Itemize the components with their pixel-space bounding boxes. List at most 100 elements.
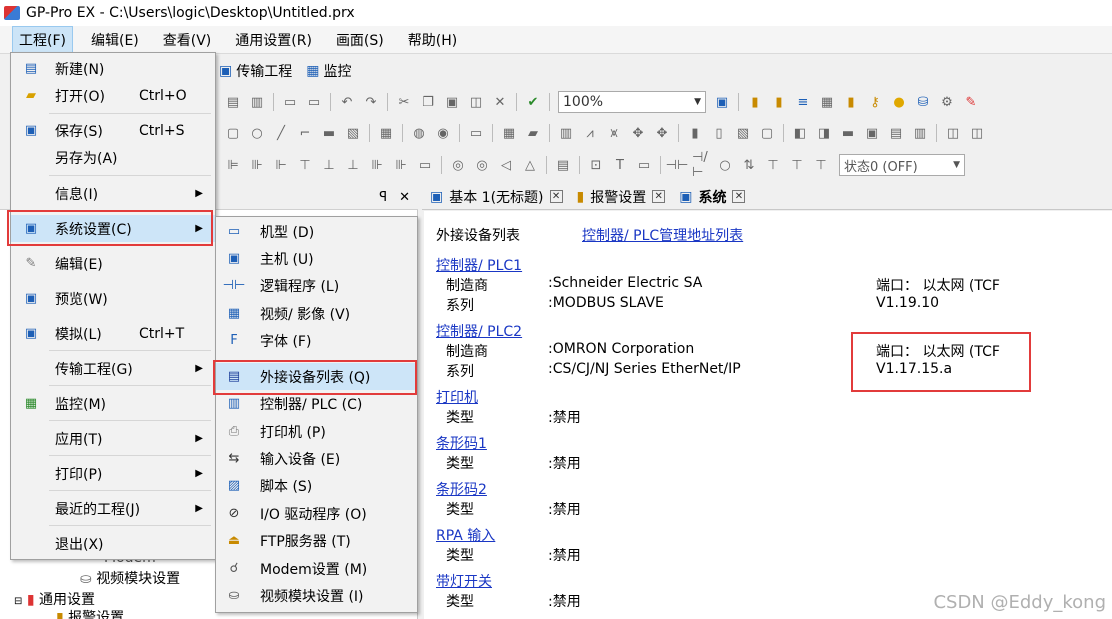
picture-icon[interactable]: ▧ <box>734 125 752 141</box>
circle-icon[interactable]: ○ <box>248 125 266 141</box>
undo-icon[interactable]: ↶ <box>338 94 356 110</box>
menu-view[interactable]: 查看(V) <box>157 27 218 53</box>
delete-icon[interactable]: ✕ <box>491 94 509 110</box>
key-icon[interactable]: ⚷ <box>866 94 884 110</box>
menu-item-new[interactable]: ▤ 新建(N) <box>11 55 215 82</box>
submenu-item-model[interactable]: ▭ 机型 (D) <box>216 218 417 245</box>
align-left-icon[interactable]: ⊫ <box>224 157 242 173</box>
menu-item-print[interactable]: 打印(P) ▶ <box>11 460 215 487</box>
menu-item-exit[interactable]: 退出(X) <box>11 530 215 557</box>
move-icon[interactable]: ✥ <box>629 125 647 141</box>
submenu-item-script[interactable]: ▨ 脚本 (S) <box>216 472 417 499</box>
text-icon[interactable]: T <box>611 157 629 173</box>
list-icon[interactable]: ≡ <box>794 94 812 110</box>
branch3-icon[interactable]: ⊤ <box>812 157 830 173</box>
menu-item-save[interactable]: ▣ 保存(S) Ctrl+S <box>11 117 215 144</box>
menu-item-transfer[interactable]: 传输工程(G) ▶ <box>11 355 215 382</box>
tab-system[interactable]: ▣ 系统 ✕ <box>679 187 746 207</box>
barcode1-link[interactable]: 条形码1 <box>436 433 487 453</box>
tree-item-common-settings[interactable]: ⊟ ▮ 通用设置 <box>14 589 95 609</box>
doc-icon[interactable]: ▮ <box>686 125 704 141</box>
ladder-nc-icon[interactable]: ⊣/⊢ <box>692 150 710 180</box>
settings-icon[interactable]: ⚙ <box>938 94 956 110</box>
plc2-link[interactable]: 控制器/ PLC2 <box>436 321 522 341</box>
address-icon[interactable]: ▮ <box>746 94 764 110</box>
printer-link[interactable]: 打印机 <box>436 387 478 407</box>
close-icon[interactable]: ✕ <box>652 190 666 203</box>
expand-icon[interactable]: ⊟ <box>14 596 22 607</box>
menu-item-recent[interactable]: 最近的工程(J) ▶ <box>11 495 215 522</box>
submenu-item-printer[interactable]: ⎙ 打印机 (P) <box>216 418 417 445</box>
menu-help[interactable]: 帮助(H) <box>402 27 463 53</box>
flip-v-icon[interactable]: △ <box>521 157 539 173</box>
doc2-icon[interactable]: ▯ <box>710 125 728 141</box>
submenu-item-host[interactable]: ▣ 主机 (U) <box>216 245 417 272</box>
lamp-icon[interactable]: ◍ <box>410 125 428 141</box>
new-screen-icon[interactable]: ▤ <box>224 94 242 110</box>
folder-icon[interactable]: ▭ <box>281 94 299 110</box>
panel2-icon[interactable]: ▤ <box>887 125 905 141</box>
alert-icon[interactable]: ● <box>890 94 908 110</box>
window-icon[interactable]: ◧ <box>791 125 809 141</box>
table-grid-icon[interactable]: ▦ <box>500 125 518 141</box>
trend-icon[interactable]: ⩘ <box>581 125 599 141</box>
tag-icon[interactable]: ▮ <box>842 94 860 110</box>
tree-item-alarm[interactable]: ▮ 报警设置 <box>56 607 124 619</box>
submenu-item-logic-program[interactable]: ⊣⊢ 逻辑程序 (L) <box>216 272 417 299</box>
submenu-item-input-device[interactable]: ⇆ 输入设备 (E) <box>216 445 417 472</box>
menu-item-edit[interactable]: ✎ 编辑(E) <box>11 250 215 277</box>
align-top-icon[interactable]: ⊤ <box>296 157 314 173</box>
group-icon[interactable]: ◎ <box>449 157 467 173</box>
submenu-item-modem[interactable]: ☌ Modem设置 (M) <box>216 555 417 582</box>
menu-item-info[interactable]: 信息(I) ▶ <box>11 180 215 207</box>
submenu-item-ftp[interactable]: ⏏ FTP服务器 (T) <box>216 527 417 554</box>
state-select[interactable]: 状态0 (OFF) ▼ <box>839 154 965 176</box>
duplicate-icon[interactable]: ◫ <box>467 94 485 110</box>
align-right-icon[interactable]: ⊩ <box>272 157 290 173</box>
plc1-link[interactable]: 控制器/ PLC1 <box>436 255 522 275</box>
menu-item-open[interactable]: ▰ 打开(O) Ctrl+O <box>11 82 215 109</box>
ungroup-icon[interactable]: ◎ <box>473 157 491 173</box>
bring-front-icon[interactable]: ⊡ <box>587 157 605 173</box>
menu-item-simulate[interactable]: ▣ 模拟(L) Ctrl+T <box>11 320 215 347</box>
tab-base-1[interactable]: ▣ 基本 1(无标题) ✕ <box>430 187 563 207</box>
menu-item-apply[interactable]: 应用(T) ▶ <box>11 425 215 452</box>
pin-icon[interactable]: ꟼ <box>379 190 387 205</box>
rpa-input-link[interactable]: RPA 输入 <box>436 525 495 545</box>
redo-icon[interactable]: ↷ <box>362 94 380 110</box>
grid-icon[interactable]: ▦ <box>377 125 395 141</box>
address-link-icon[interactable]: ▮ <box>770 94 788 110</box>
ladder-contact-icon[interactable]: ⊣⊢ <box>666 157 689 173</box>
fit-screen-icon[interactable]: ▣ <box>713 94 731 110</box>
line-icon[interactable]: ╱ <box>272 125 290 141</box>
window2-icon[interactable]: ◨ <box>815 125 833 141</box>
pipe-icon[interactable]: ▰ <box>524 125 542 141</box>
branch-icon[interactable]: ⊤ <box>764 157 782 173</box>
zoom-select[interactable]: 100% ▼ <box>558 91 706 113</box>
layer-icon[interactable]: ▤ <box>554 157 572 173</box>
barcode2-link[interactable]: 条形码2 <box>436 479 487 499</box>
monitor-button[interactable]: ▦ 监控 <box>302 59 355 83</box>
menu-file[interactable]: 工程(F) <box>12 25 73 54</box>
distribute-h-icon[interactable]: ⊪ <box>368 157 386 173</box>
close-icon[interactable]: ✕ <box>549 190 563 203</box>
fill-rect-icon[interactable]: ▬ <box>320 125 338 141</box>
view-icon[interactable]: ◫ <box>944 125 962 141</box>
panel-icon[interactable]: ▣ <box>863 125 881 141</box>
switch-icon[interactable]: ◉ <box>434 125 452 141</box>
menu-edit[interactable]: 编辑(E) <box>85 27 145 53</box>
tree-item-video-module[interactable]: ⛀ 视频模块设置 <box>80 568 180 588</box>
up-down-icon[interactable]: ⇅ <box>740 157 758 173</box>
submenu-item-font[interactable]: F 字体 (F) <box>216 327 417 354</box>
bar-graph-icon[interactable]: ▥ <box>557 125 575 141</box>
submenu-item-video[interactable]: ▦ 视频/ 影像 (V) <box>216 300 417 327</box>
panel3-icon[interactable]: ▥ <box>911 125 929 141</box>
menu-item-save-as[interactable]: 另存为(A) <box>11 144 215 171</box>
plc-address-list-link[interactable]: 控制器/ PLC管理地址列表 <box>582 225 743 245</box>
table-icon[interactable]: ▦ <box>818 94 836 110</box>
branch2-icon[interactable]: ⊤ <box>788 157 806 173</box>
close-icon[interactable]: ✕ <box>732 190 746 203</box>
view2-icon[interactable]: ◫ <box>968 125 986 141</box>
submenu-item-io-driver[interactable]: ⊘ I/O 驱动程序 (O) <box>216 500 417 527</box>
image-icon[interactable]: ▧ <box>344 125 362 141</box>
